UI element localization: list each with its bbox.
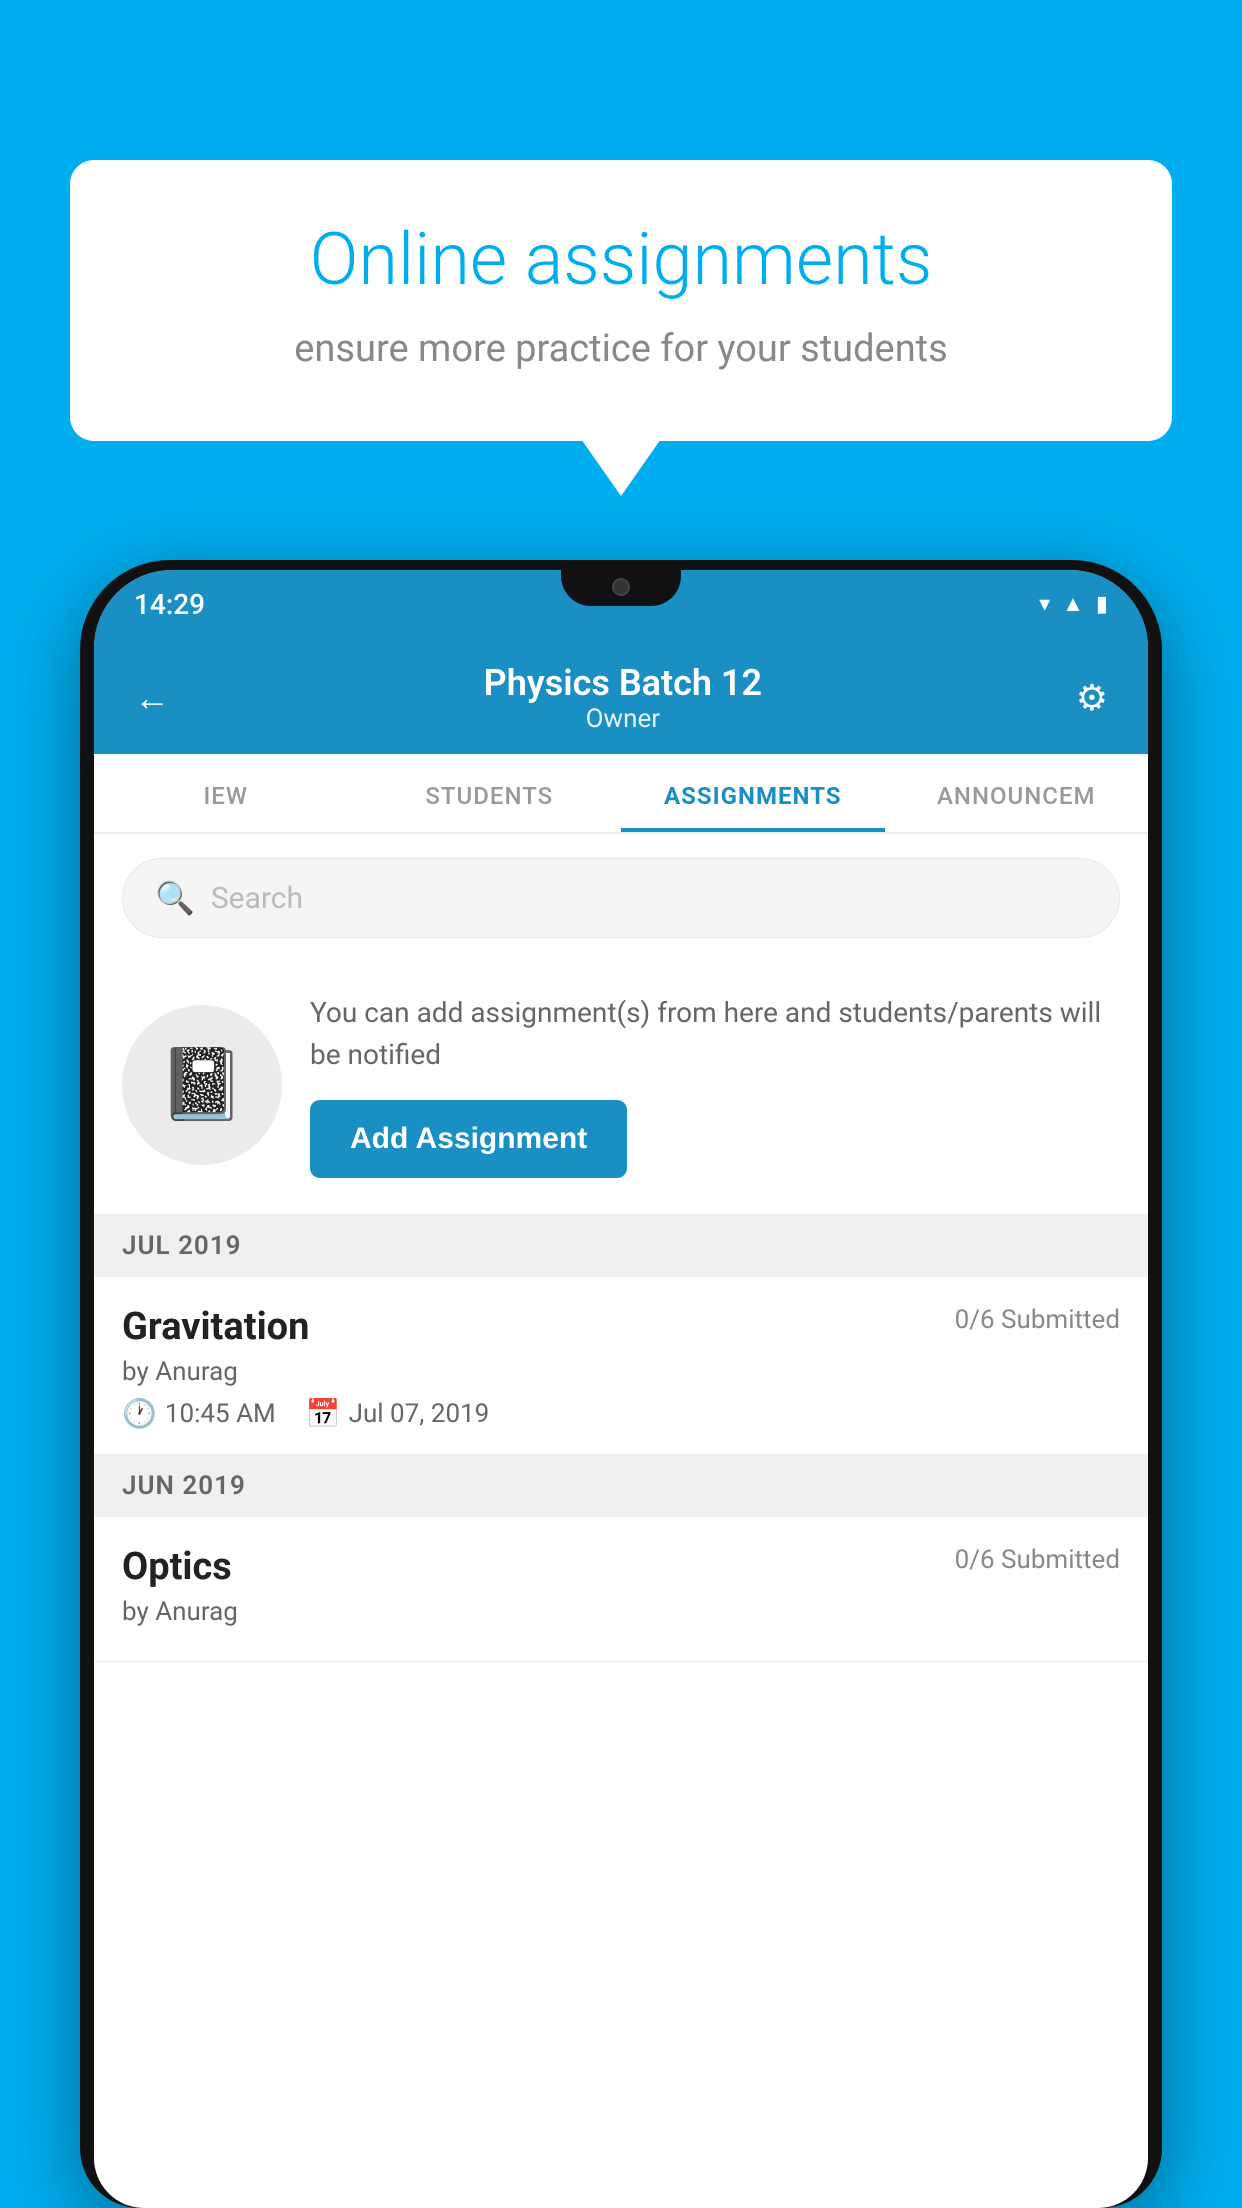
wifi-icon: ▾ [1039,592,1050,617]
assignment-top: Gravitation 0/6 Submitted [122,1305,1120,1349]
speech-bubble-subtitle: ensure more practice for your students [140,327,1102,371]
calendar-icon: 📅 [306,1397,341,1430]
assignment-top-optics: Optics 0/6 Submitted [122,1545,1120,1589]
clock-icon: 🕐 [122,1397,157,1430]
section-header-jul: JUL 2019 [94,1215,1148,1277]
assignment-name-gravitation: Gravitation [122,1305,309,1349]
assignment-meta-gravitation: 🕐 10:45 AM 📅 Jul 07, 2019 [122,1397,1120,1430]
promo-text: You can add assignment(s) from here and … [310,992,1120,1076]
header-subtitle: Owner [484,704,762,734]
app-header: ← Physics Batch 12 Owner ⚙ [94,638,1148,754]
meta-time: 🕐 10:45 AM [122,1397,276,1430]
speech-bubble: Online assignments ensure more practice … [70,160,1172,441]
speech-bubble-title: Online assignments [140,220,1102,299]
battery-icon: ▮ [1096,592,1108,617]
meta-date: 📅 Jul 07, 2019 [306,1397,490,1430]
section-header-jun: JUN 2019 [94,1455,1148,1517]
tab-iew[interactable]: IEW [94,754,358,832]
search-icon: 🔍 [155,879,195,917]
tab-announcements[interactable]: ANNOUNCEM [885,754,1149,832]
assignment-item-optics[interactable]: Optics 0/6 Submitted by Anurag [94,1517,1148,1662]
search-placeholder: Search [211,881,303,916]
status-time: 14:29 [134,588,205,621]
phone-frame: 14:29 ▾ ▲ ▮ ← Physics Batch 12 Owner ⚙ I… [80,560,1162,2208]
assignment-item-gravitation[interactable]: Gravitation 0/6 Submitted by Anurag 🕐 10… [94,1277,1148,1455]
tabs-bar: IEW STUDENTS ASSIGNMENTS ANNOUNCEM [94,754,1148,834]
add-assignment-button[interactable]: Add Assignment [310,1100,627,1178]
promo-icon-circle: 📓 [122,1005,282,1165]
assignment-date: Jul 07, 2019 [349,1399,490,1429]
assignment-by-gravitation: by Anurag [122,1357,1120,1387]
assignment-by-optics: by Anurag [122,1597,1120,1627]
status-icons: ▾ ▲ ▮ [1039,591,1108,617]
speech-bubble-container: Online assignments ensure more practice … [70,160,1172,441]
tab-students[interactable]: STUDENTS [358,754,622,832]
assignment-status-gravitation: 0/6 Submitted [955,1305,1120,1335]
assignment-name-optics: Optics [122,1545,232,1589]
assignment-status-optics: 0/6 Submitted [955,1545,1120,1575]
header-title: Physics Batch 12 [484,662,762,704]
notch [561,570,681,606]
content-area: 🔍 Search 📓 You can add assignment(s) fro… [94,834,1148,1662]
search-bar[interactable]: 🔍 Search [122,858,1120,938]
front-camera [612,578,630,596]
header-title-group: Physics Batch 12 Owner [484,662,762,734]
settings-icon[interactable]: ⚙ [1076,677,1108,719]
tab-assignments[interactable]: ASSIGNMENTS [621,754,885,832]
back-button[interactable]: ← [134,677,170,719]
assignment-time: 10:45 AM [165,1399,276,1429]
signal-icon: ▲ [1062,591,1084,617]
phone-screen: 14:29 ▾ ▲ ▮ ← Physics Batch 12 Owner ⚙ I… [94,570,1148,2208]
notebook-icon: 📓 [158,1044,245,1126]
promo-right: You can add assignment(s) from here and … [310,992,1120,1178]
promo-section: 📓 You can add assignment(s) from here an… [94,962,1148,1215]
